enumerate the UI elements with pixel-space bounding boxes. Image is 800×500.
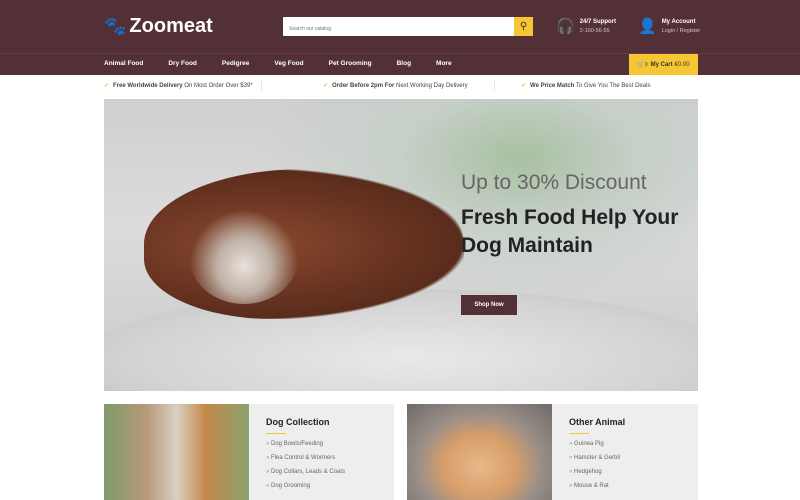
list-item[interactable]: Dog Bowls/Feeding (266, 441, 345, 455)
dog-collection-card: Dog Collection Dog Bowls/FeedingFlea Con… (104, 404, 394, 500)
header: 🐾Zoomeat ⚲ 🎧 24/7 Support 2-100-56-55 👤 M… (0, 0, 800, 75)
cart-total: €0.00 (674, 61, 690, 68)
search-icon: ⚲ (519, 21, 528, 32)
user-icon: 👤 (638, 18, 657, 35)
support-info[interactable]: 🎧 24/7 Support 2-100-56-55 (556, 17, 616, 35)
hero-banner: Up to 30% Discount Fresh Food Help Your … (104, 99, 698, 391)
nav-blog[interactable]: Blog (397, 60, 411, 67)
support-title: 24/7 Support (579, 18, 617, 25)
list-item[interactable]: Flea Control & Wormers (266, 455, 345, 469)
list-item[interactable]: Hedgehog (569, 469, 620, 483)
usp-bold: Free Worldwide Delivery (113, 83, 183, 89)
check-icon: ✓ (323, 83, 329, 89)
usp-item: ✓ Order Before 2pm For Next Working Day D… (323, 82, 468, 89)
hamster-image[interactable] (407, 404, 552, 500)
divider (261, 81, 262, 91)
hero-title: Fresh Food Help Your Dog Maintain (461, 206, 679, 257)
collection-title[interactable]: Other Animal (569, 417, 625, 427)
paw-icon: 🐾 (104, 16, 127, 36)
cart-button[interactable]: 🛒 0 My Cart €0.00 (629, 54, 698, 75)
nav-dry-food[interactable]: Dry Food (168, 60, 197, 67)
dogs-image[interactable] (104, 404, 249, 500)
cart-label: My Cart (650, 61, 673, 68)
list-item[interactable]: Guinea Pig (569, 441, 620, 455)
cart-count: 0 (644, 61, 648, 68)
list-item[interactable]: Dog Grooming (266, 483, 345, 497)
usp-bold: Order Before 2pm For (332, 83, 395, 89)
puppy-face (189, 209, 299, 304)
account-title: My Account (661, 18, 696, 25)
list-item[interactable]: Hamster & Gerbil (569, 455, 620, 469)
usp-item: ✓ We Price Match To Give You The Best Dea… (521, 82, 650, 89)
login-register-link[interactable]: Login / Register (662, 28, 701, 34)
other-animal-card: Other Animal Guinea PigHamster & GerbilH… (407, 404, 698, 500)
check-icon: ✓ (521, 83, 527, 89)
nav-pet-grooming[interactable]: Pet Grooming (329, 60, 372, 67)
check-icon: ✓ (104, 83, 110, 89)
hero-subtitle: Up to 30% Discount (461, 171, 647, 194)
collection-title[interactable]: Dog Collection (266, 417, 330, 427)
list-item[interactable]: Mouse & Rat (569, 483, 620, 497)
nav-pedigree[interactable]: Pedigree (222, 60, 249, 67)
divider (494, 81, 495, 91)
logo[interactable]: 🐾 Zoomeat (104, 15, 213, 38)
usp-text: To Give You The Best Deals (574, 83, 651, 89)
title-underline (569, 433, 589, 434)
headset-icon: 🎧 (556, 18, 575, 35)
shop-now-button[interactable]: Shop Now (461, 295, 517, 315)
account-info[interactable]: 👤 My Account Login / Register (638, 17, 700, 35)
nav-more[interactable]: More (436, 60, 452, 67)
usp-text: On Most Order Over $39* (182, 83, 253, 89)
usp-item: ✓ Free Worldwide Delivery On Most Order O… (104, 82, 253, 89)
list-item[interactable]: Dog Collars, Leads & Coats (266, 469, 345, 483)
search-button[interactable]: ⚲ (514, 17, 533, 36)
usp-bold: We Price Match (530, 83, 575, 89)
search-input[interactable] (283, 19, 513, 39)
support-phone: 2-100-56-55 (579, 27, 610, 34)
nav-animal-food[interactable]: Animal Food (104, 60, 143, 67)
cart-icon: 🛒 (637, 62, 645, 68)
nav-veg-food[interactable]: Veg Food (274, 60, 303, 67)
logo-text: Zoomeat (129, 15, 213, 37)
title-underline (266, 433, 286, 434)
search-bar: ⚲ (283, 17, 533, 39)
main-nav: Animal Food Dry Food Pedigree Veg Food P… (104, 60, 477, 67)
usp-text: Next Working Day Delivery (394, 83, 468, 89)
